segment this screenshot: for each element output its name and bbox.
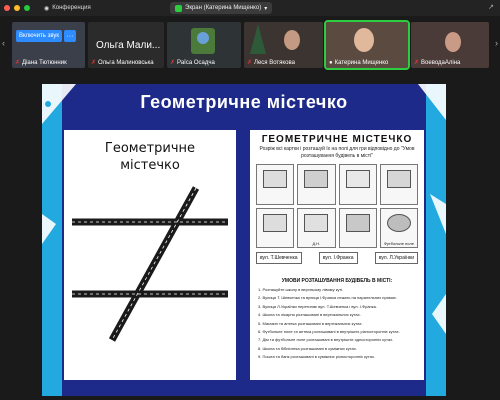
pharmacy-icon bbox=[345, 170, 370, 188]
map-panel: Геометричне містечко bbox=[64, 130, 236, 380]
building-card-school bbox=[256, 164, 295, 205]
building-card-library bbox=[338, 207, 377, 248]
mic-icon: ● bbox=[329, 60, 333, 66]
shop-icon bbox=[304, 170, 329, 188]
maximize-window-button[interactable] bbox=[24, 5, 30, 11]
christmas-tree-icon bbox=[250, 24, 266, 54]
screen-share-indicator[interactable]: Экран (Катерина Мищенко) ▾ bbox=[170, 2, 273, 14]
participant-name: ✗ Ольга Малиновська bbox=[91, 59, 154, 67]
muted-mic-icon: ✗ bbox=[247, 60, 253, 66]
unmute-button[interactable]: Включить звук bbox=[16, 30, 62, 42]
instructions-subtitle: Розріж всі картки і розташуй їх на полі … bbox=[259, 146, 415, 159]
participant-name: ● Катерина Мищенко bbox=[329, 60, 389, 66]
hospital-icon bbox=[263, 213, 288, 232]
participant-name: ✗ Раїса Осадча bbox=[170, 59, 215, 67]
fullscreen-icon[interactable]: ↗ bbox=[488, 3, 494, 11]
rule-item: 8. Школа та бібліотека розташовані в сум… bbox=[258, 345, 357, 351]
street-label: вул. Л.Українки bbox=[374, 252, 418, 264]
muted-mic-icon: ✗ bbox=[91, 60, 97, 66]
rule-item: 1. Розташуйте школу в верхньому лівому к… bbox=[258, 287, 344, 292]
instructions-title: ГЕОМЕТРИЧНЕ МІСТЕЧКО bbox=[261, 134, 413, 145]
building-card-stadium: Футбольне поле bbox=[379, 207, 418, 248]
window-titlebar: ◉ Конференция Экран (Катерина Мищенко) ▾… bbox=[0, 0, 500, 16]
participant-name: ✗ Діана Тютюнник bbox=[15, 59, 67, 67]
participant-display-name: Ольга Мали... bbox=[96, 40, 161, 51]
participant-tile[interactable]: ✗ Раїса Осадча bbox=[167, 22, 241, 68]
gallery-right-arrow[interactable]: › bbox=[495, 38, 498, 48]
building-cards: Д.Н. Футбольне поле bbox=[256, 164, 418, 248]
muted-mic-icon: ✗ bbox=[15, 60, 21, 66]
participant-name: ✗ Леся Вотякова bbox=[247, 59, 295, 67]
muted-mic-icon: ✗ bbox=[414, 60, 420, 66]
muted-mic-icon: ✗ bbox=[170, 60, 176, 66]
globe-icon bbox=[197, 32, 209, 44]
chevron-down-icon: ▾ bbox=[264, 5, 268, 12]
instructions-panel: ГЕОМЕТРИЧНЕ МІСТЕЧКО Розріж всі картки і… bbox=[250, 130, 424, 380]
rule-item: 5. Магазин та аптека розташовані в верти… bbox=[258, 320, 363, 326]
rules-list: 1. Розташуйте школу в верхньому лівому к… bbox=[258, 286, 418, 362]
share-screen-icon bbox=[175, 4, 182, 12]
participant-gallery: ‹ Включить звук ··· ✗ Діана Тютюнник Ольг… bbox=[0, 18, 500, 72]
building-card-bank bbox=[379, 164, 418, 205]
stadium-icon bbox=[386, 213, 411, 232]
rule-item: 9. Пошта та банк розташовані в суміжних … bbox=[258, 354, 375, 360]
slide-title: Геометричне містечко bbox=[140, 92, 348, 112]
gallery-left-arrow[interactable]: ‹ bbox=[2, 38, 5, 48]
school-icon bbox=[263, 170, 288, 188]
more-options-button[interactable]: ··· bbox=[64, 30, 76, 42]
close-window-button[interactable] bbox=[4, 5, 10, 11]
participant-avatar bbox=[445, 32, 461, 52]
participant-tile-active[interactable]: ● Катерина Мищенко bbox=[324, 20, 410, 70]
rule-item: 4. Школа та лікарня розташовані в вертик… bbox=[258, 312, 361, 318]
building-card-hospital bbox=[256, 207, 295, 248]
participant-avatar bbox=[284, 30, 300, 50]
road-map-diagram bbox=[72, 186, 228, 342]
participant-tile[interactable]: Ольга Мали... ✗ Ольга Малиновська bbox=[88, 22, 164, 68]
building-card-pharmacy bbox=[338, 164, 377, 205]
rule-item: 6. Футбольне поле та аптека розташовані … bbox=[258, 329, 400, 335]
rules-heading: УМОВИ РОЗТАШУВАННЯ БУДІВЕЛЬ В МІСТІ: bbox=[281, 278, 393, 284]
screen-share-label: Экран (Катерина Мищенко) bbox=[185, 5, 262, 11]
street-label: вул. І.Франка bbox=[318, 252, 358, 264]
participant-tile[interactable]: Включить звук ··· ✗ Діана Тютюнник bbox=[12, 22, 85, 68]
library-icon bbox=[345, 213, 370, 232]
bank-icon bbox=[386, 170, 411, 188]
rule-item: 3. Вулиця Л.Українки перетинає вул. Т.Ше… bbox=[258, 303, 377, 309]
participant-tile[interactable]: ✗ Леся Вотякова bbox=[244, 22, 323, 68]
street-labels: вул. Т.Шевченка вул. І.Франка вул. Л.Укр… bbox=[256, 252, 418, 264]
minimize-window-button[interactable] bbox=[14, 5, 20, 11]
building-card-house: Д.Н. bbox=[297, 207, 336, 248]
building-card-shop bbox=[297, 164, 336, 205]
street-label: вул. Т.Шевченка bbox=[256, 252, 302, 264]
paw-icon: ◉ bbox=[44, 5, 50, 12]
participant-name: ✗ ВоеводаАліна bbox=[414, 59, 461, 67]
house-icon bbox=[304, 213, 329, 232]
participant-avatar bbox=[354, 28, 374, 52]
rule-item: 2. Вулиця Т. Шевченка та вулиця І.Франка… bbox=[258, 295, 397, 301]
participant-tile[interactable]: ✗ ВоеводаАліна bbox=[411, 22, 489, 68]
rule-item: 7. Дім та футбольне поле розташовані в в… bbox=[258, 337, 394, 343]
shared-slide: Геометричне містечко Геометричне містечк… bbox=[42, 84, 446, 396]
app-title: ◉ Конференция bbox=[44, 5, 91, 12]
